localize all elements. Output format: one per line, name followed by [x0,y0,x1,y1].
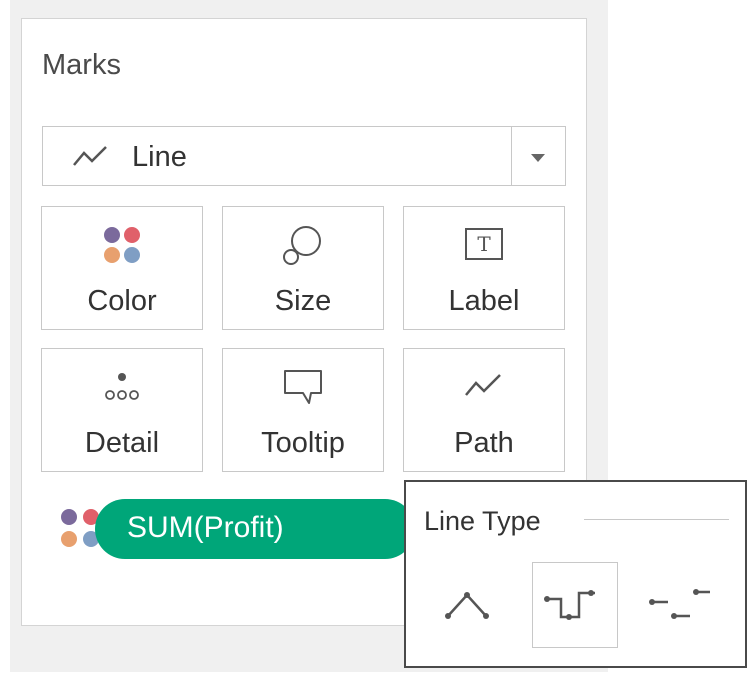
detail-label: Detail [84,427,160,459]
mark-type-label: Line [132,141,187,173]
step-line-option[interactable] [532,562,618,648]
mark-type-dropdown[interactable]: Line [42,126,566,186]
title-divider [584,519,729,520]
tooltip-label: Tooltip [261,427,345,459]
label-text-icon: T [404,223,564,267]
tooltip-icon [223,365,383,409]
color-button[interactable]: Color [41,206,203,330]
path-icon [404,365,564,409]
dropdown-divider [511,127,512,185]
detail-icon [42,365,202,409]
linear-line-option[interactable] [426,562,512,648]
detail-button[interactable]: Detail [41,348,203,472]
size-icon [223,223,383,267]
line-type-popup: Line Type [404,480,747,668]
step-line-icon [544,590,595,620]
color-label: Color [87,285,157,317]
label-button[interactable]: T Label [403,206,565,330]
linear-line-icon [445,592,489,619]
line-type-title: Line Type [424,506,541,536]
color-dots-icon [42,223,202,267]
svg-text:T: T [477,232,491,256]
chevron-down-icon[interactable] [529,151,547,169]
size-label: Size [274,285,332,317]
path-button[interactable]: Path [403,348,565,472]
size-button[interactable]: Size [222,206,384,330]
marks-title: Marks [42,49,121,81]
path-label: Path [454,427,514,459]
pill-label: SUM(Profit) [127,511,284,544]
sum-profit-pill[interactable]: SUM(Profit) [95,499,415,559]
jump-line-option[interactable] [638,562,724,648]
jump-line-icon [649,589,710,619]
label-label: Label [448,285,520,317]
line-icon [72,143,108,174]
tooltip-button[interactable]: Tooltip [222,348,384,472]
